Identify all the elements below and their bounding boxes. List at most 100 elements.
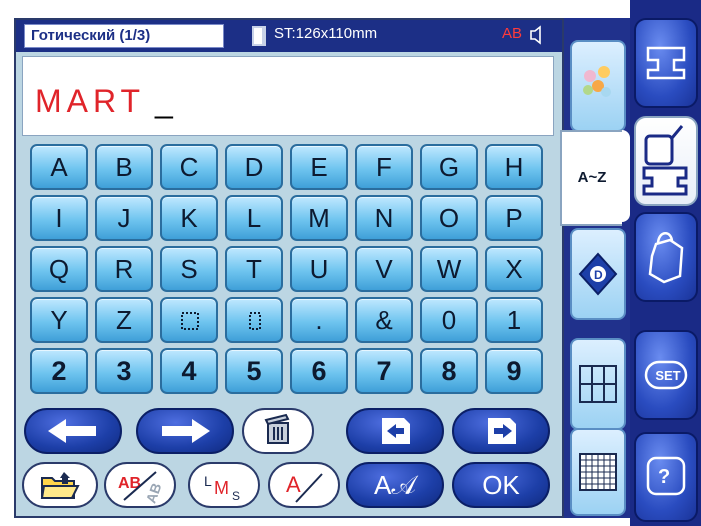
tab-edit-layout[interactable] <box>570 338 626 430</box>
letter-size-button[interactable]: L M S <box>188 462 260 508</box>
trash-icon <box>264 413 290 444</box>
font-style-label: A𝒜 <box>374 470 416 500</box>
flower-icon <box>583 66 611 97</box>
key-5[interactable]: 5 <box>225 348 283 394</box>
key-0[interactable]: 0 <box>420 297 478 343</box>
ab-direction-icon: AB AB <box>118 471 165 505</box>
key-ampersand[interactable]: & <box>355 297 413 343</box>
font-style-button[interactable]: A𝒜 <box>346 462 444 508</box>
key-i[interactable]: I <box>30 195 88 241</box>
key-j[interactable]: J <box>95 195 153 241</box>
key-space-narrow[interactable] <box>225 297 283 343</box>
key-m[interactable]: M <box>290 195 348 241</box>
svg-text:L: L <box>204 473 212 489</box>
category-tabs: A~Z D <box>560 18 630 518</box>
lettering-panel: Готический (1/3) ST:126x110mm AB MART _ … <box>14 18 564 518</box>
help-button[interactable]: ? <box>634 432 698 522</box>
key-l[interactable]: L <box>225 195 283 241</box>
hoop-grid-icon <box>579 453 617 491</box>
key-k[interactable]: K <box>160 195 218 241</box>
page-forward-icon <box>488 418 516 444</box>
key-v[interactable]: V <box>355 246 413 292</box>
ok-button[interactable]: OK <box>452 462 550 508</box>
key-b[interactable]: B <box>95 144 153 190</box>
font-name-label[interactable]: Готический (1/3) <box>24 24 224 48</box>
mode-side-panel: SET ? <box>630 0 701 526</box>
cursor-right-button[interactable] <box>136 408 234 454</box>
key-w[interactable]: W <box>420 246 478 292</box>
key-7[interactable]: 7 <box>355 348 413 394</box>
tab-grid-preview[interactable] <box>570 428 626 516</box>
grid-layout-icon <box>579 365 617 403</box>
key-z[interactable]: Z <box>95 297 153 343</box>
svg-text:S: S <box>232 489 240 503</box>
set-oval-icon <box>644 360 688 390</box>
sewing-mode-button[interactable] <box>634 18 698 108</box>
help-label: ? <box>658 466 671 488</box>
text-cursor: _ <box>155 83 173 119</box>
sewing-machine-icon <box>646 46 686 80</box>
page-back-icon <box>382 418 410 444</box>
key-t[interactable]: T <box>225 246 283 292</box>
settings-button[interactable]: SET <box>634 330 698 420</box>
key-6[interactable]: 6 <box>290 348 348 394</box>
key-u[interactable]: U <box>290 246 348 292</box>
diamond-icon: D <box>578 252 618 296</box>
hoop-size-icon <box>252 26 266 46</box>
key-a[interactable]: A <box>30 144 88 190</box>
page-next-button[interactable] <box>452 408 550 454</box>
delete-button[interactable] <box>242 408 314 454</box>
hoop-size-text: ST:126x110mm <box>274 25 378 42</box>
tab-embroidery-designs[interactable] <box>570 40 626 132</box>
entered-text: MART <box>35 83 146 119</box>
key-g[interactable]: G <box>420 144 478 190</box>
speaker-icon[interactable] <box>530 25 542 50</box>
svg-text:M: M <box>214 478 229 498</box>
cursor-left-button[interactable] <box>24 408 122 454</box>
key-1[interactable]: 1 <box>485 297 543 343</box>
svg-text:D: D <box>594 268 603 282</box>
key-y[interactable]: Y <box>30 297 88 343</box>
key-h[interactable]: H <box>485 144 543 190</box>
key-c[interactable]: C <box>160 144 218 190</box>
svg-text:AB: AB <box>143 481 165 505</box>
page-previous-button[interactable] <box>346 408 444 454</box>
key-4[interactable]: 4 <box>160 348 218 394</box>
tab-monogram[interactable]: D <box>570 228 626 320</box>
open-file-button[interactable] <box>22 462 98 508</box>
key-space-wide[interactable] <box>160 297 218 343</box>
text-display: MART _ <box>22 56 554 136</box>
key-x[interactable]: X <box>485 246 543 292</box>
key-2[interactable]: 2 <box>30 348 88 394</box>
key-o[interactable]: O <box>420 195 478 241</box>
key-n[interactable]: N <box>355 195 413 241</box>
key-s[interactable]: S <box>160 246 218 292</box>
svg-text:AB: AB <box>118 475 141 492</box>
key-period[interactable]: . <box>290 297 348 343</box>
key-e[interactable]: E <box>290 144 348 190</box>
tab-letters-label: A~Z <box>560 130 622 226</box>
embroidery-machine-icon <box>642 125 688 196</box>
header-bar: Готический (1/3) ST:126x110mm AB <box>16 20 562 52</box>
key-r[interactable]: R <box>95 246 153 292</box>
bag-icon <box>648 232 684 284</box>
key-f[interactable]: F <box>355 144 413 190</box>
key-9[interactable]: 9 <box>485 348 543 394</box>
text-direction-button[interactable]: AB AB <box>104 462 176 508</box>
my-designs-button[interactable] <box>634 212 698 302</box>
key-3[interactable]: 3 <box>95 348 153 394</box>
arrow-right-icon <box>162 419 210 443</box>
arrow-left-icon <box>48 419 96 443</box>
key-d[interactable]: D <box>225 144 283 190</box>
svg-text:A: A <box>286 472 301 497</box>
tab-letters[interactable]: A~Z <box>560 130 630 226</box>
folder-icon <box>40 472 80 499</box>
key-p[interactable]: P <box>485 195 543 241</box>
key-8[interactable]: 8 <box>420 348 478 394</box>
letter-size-icon: L M S <box>204 473 240 503</box>
ab-mode-label: AB <box>502 25 523 42</box>
key-q[interactable]: Q <box>30 246 88 292</box>
italic-button[interactable]: A <box>268 462 340 508</box>
embroidery-mode-button[interactable] <box>634 116 698 206</box>
italic-icon: A <box>286 472 323 503</box>
